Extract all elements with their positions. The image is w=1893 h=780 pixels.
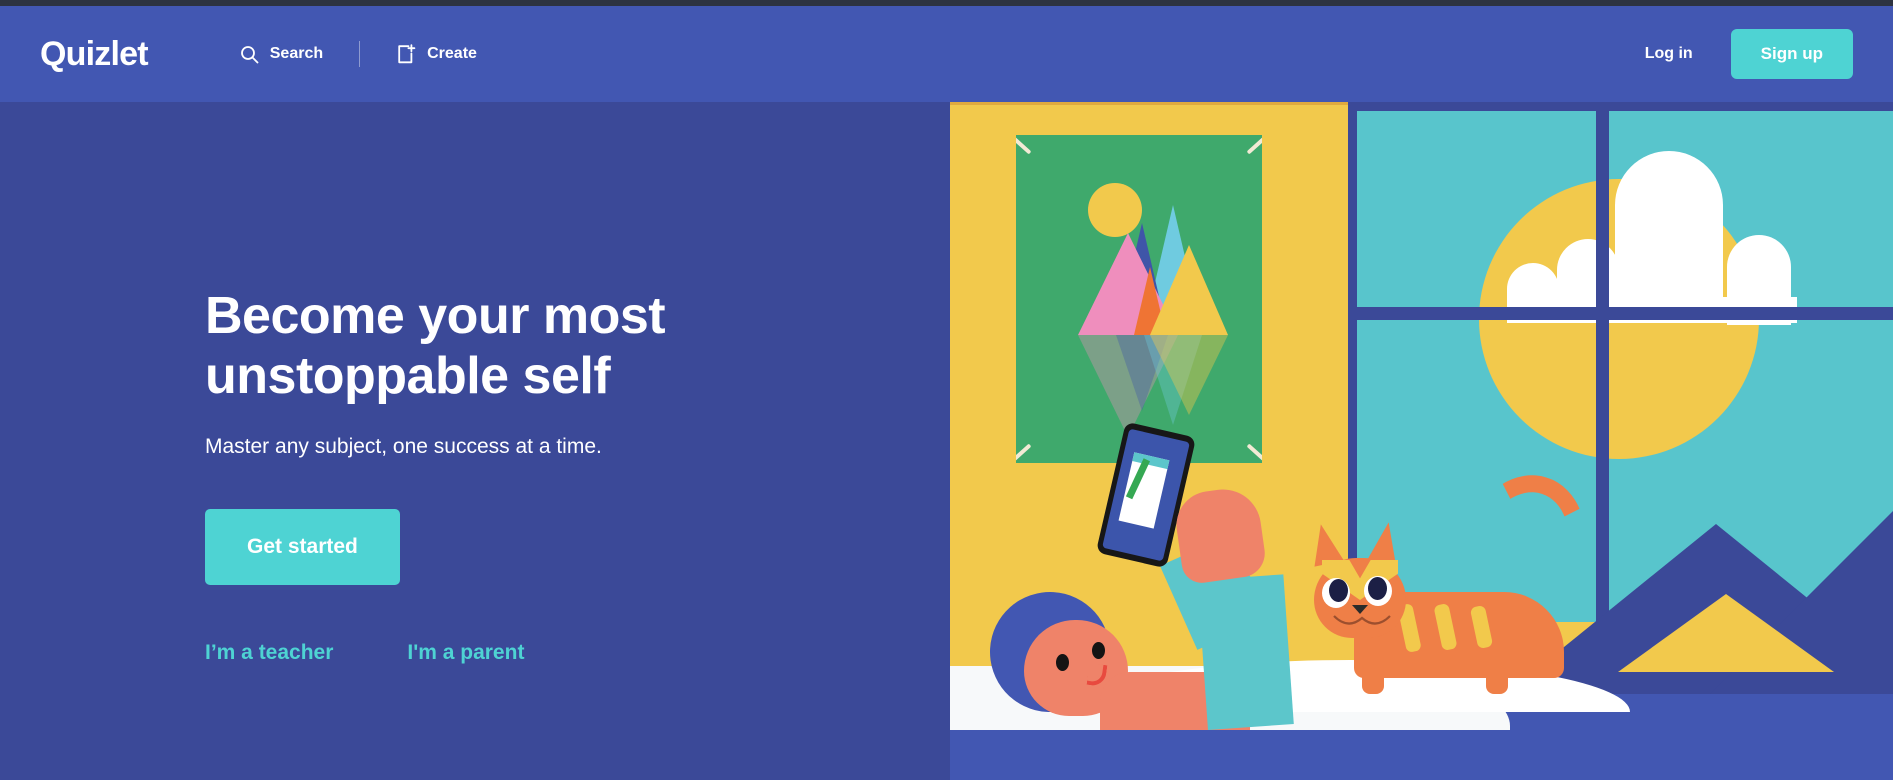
cat-eye-right [1364,576,1392,606]
poster-triangle-yellow [1150,245,1228,335]
wall-poster [1016,135,1262,463]
cloud-large [1615,151,1723,319]
poster-reflection-yellow [1150,335,1228,415]
page-title: Become your most unstoppable self [205,287,666,405]
cat-nose [1352,605,1368,614]
cat-eye-left [1322,578,1350,608]
hero-subtitle: Master any subject, one success at a tim… [205,434,602,458]
window-mullion-horizontal [1348,307,1893,320]
cat-mouth [1333,615,1391,625]
search-icon [240,45,259,64]
login-link[interactable]: Log in [1635,37,1703,71]
hero-content: Become your most unstoppable self Master… [0,102,950,780]
hero-section: Become your most unstoppable self Master… [0,102,1893,780]
site-header: Quizlet Search Create Log in Sign up [0,6,1893,102]
blanket-gap-highlight [1618,594,1834,672]
cat-leg-front [1362,650,1384,694]
cat-ear-left [1306,521,1344,567]
cat-ear-right [1366,519,1404,567]
cat-leg-back [1486,650,1508,694]
cat-pupil-left [1329,579,1348,602]
hero-links: I’m a teacher I'm a parent [205,641,950,665]
teacher-link[interactable]: I’m a teacher [205,641,333,665]
nav-item-create-label: Create [427,45,477,62]
cat [1306,459,1606,694]
get-started-button[interactable]: Get started [205,508,400,585]
nav-divider [359,41,361,67]
nav-item-search-label: Search [269,45,324,62]
parent-link[interactable]: I'm a parent [407,641,524,665]
quizlet-logo[interactable]: Quizlet [40,37,149,71]
signup-button[interactable]: Sign up [1730,29,1853,79]
cat-head [1306,519,1406,638]
header-actions: Log in Sign up [1635,29,1853,79]
cat-pupil-right [1368,577,1387,600]
create-icon [396,43,416,65]
nav-item-search[interactable]: Search [226,35,337,74]
header-nav: Search Create [226,34,491,75]
person-eye-left [1056,654,1069,671]
hero-illustration [950,102,1893,730]
nav-item-create[interactable]: Create [382,34,491,75]
person-hand [1172,484,1268,586]
person-mouth [1086,662,1108,688]
phone-flashcard-header [1132,452,1170,470]
hero-lower-band [950,730,1893,780]
person-eye-right [1092,642,1105,659]
